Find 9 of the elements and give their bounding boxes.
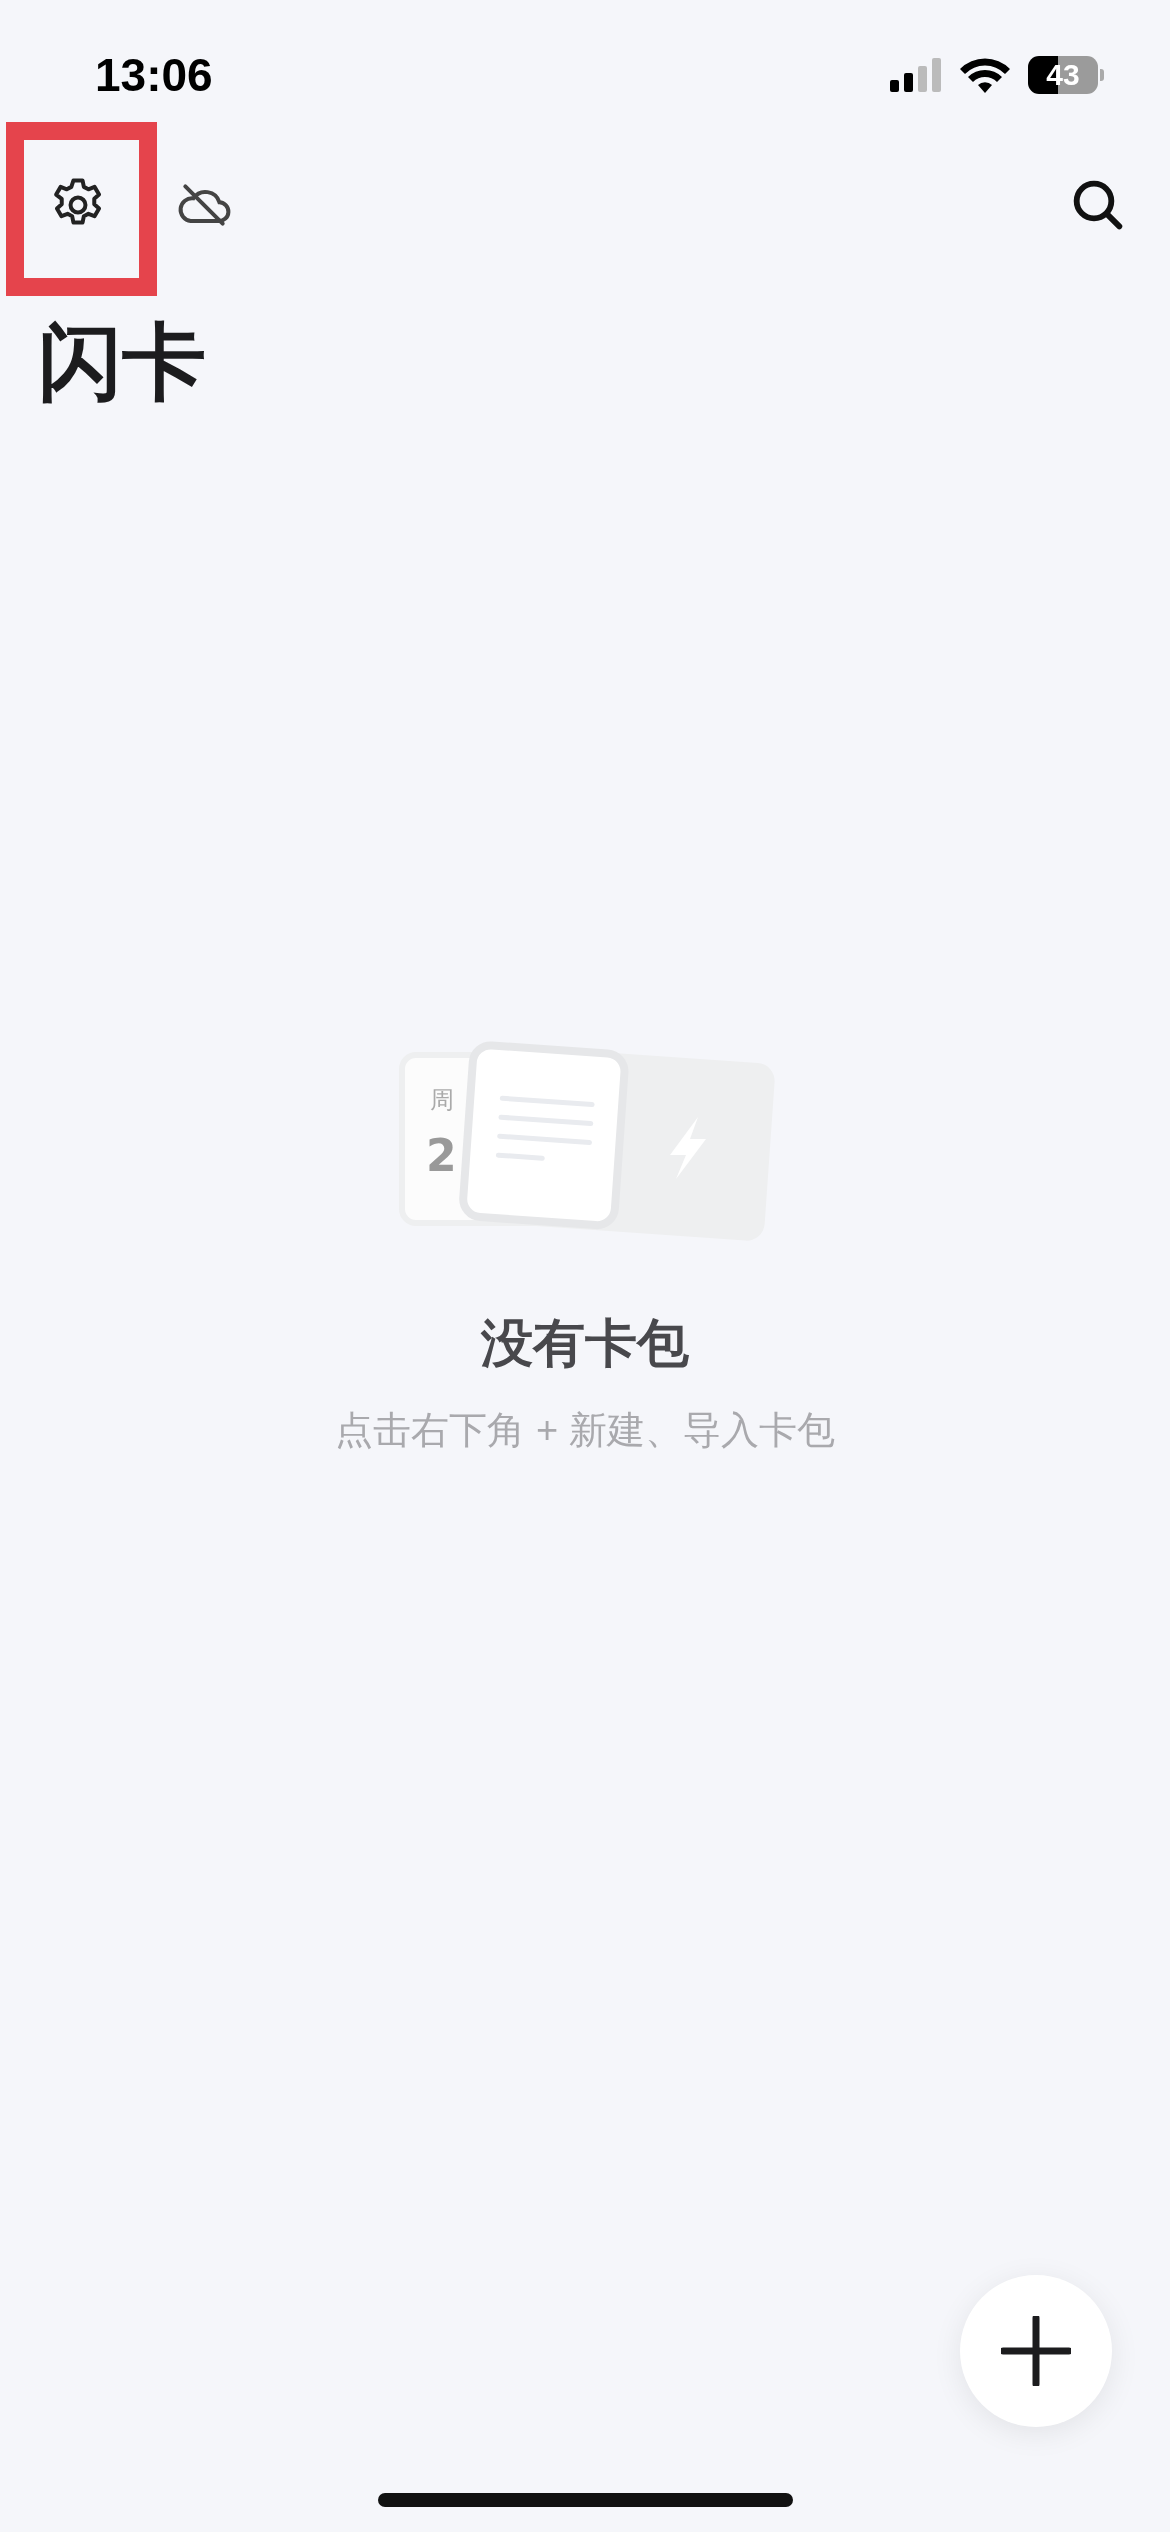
- status-time: 13:06: [95, 48, 214, 102]
- empty-heading: 没有卡包: [481, 1313, 689, 1375]
- calendar-date: 2: [426, 1130, 457, 1182]
- page-title: 闪卡: [38, 316, 207, 409]
- empty-hint: 点击右下角 + 新建、导入卡包: [335, 1408, 835, 1454]
- calendar-weekday: 周: [430, 1086, 454, 1115]
- signal-icon: [890, 58, 942, 92]
- plus-icon: [1001, 2316, 1071, 2386]
- wifi-icon: [960, 57, 1010, 93]
